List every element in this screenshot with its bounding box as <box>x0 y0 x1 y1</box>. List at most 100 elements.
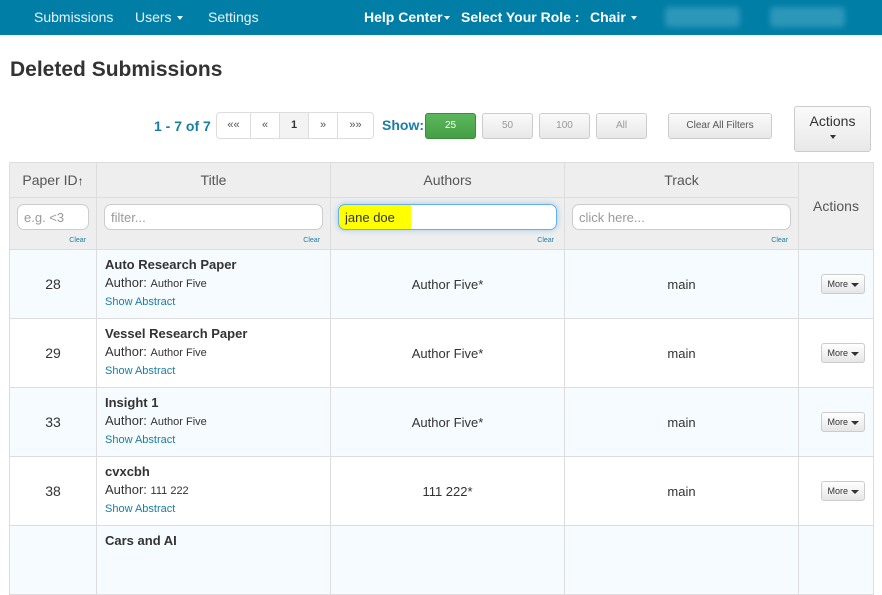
caret-down-icon <box>176 16 183 21</box>
top-navbar: Submissions Users Settings Help Center S… <box>0 0 882 35</box>
author-name: Author Five <box>150 278 207 290</box>
column-header-track[interactable]: Track <box>564 162 799 198</box>
title-cell: cvxcbh Author: 111 222 Show Abstract <box>96 456 331 526</box>
help-center-label: Help Center <box>364 9 443 25</box>
title-filter-cell: Clear <box>96 197 331 250</box>
page-size-50-button[interactable]: 50 <box>482 113 533 139</box>
actions-label: Actions <box>809 113 856 129</box>
prev-page-button[interactable]: « <box>251 113 280 138</box>
more-label: More <box>827 279 848 289</box>
column-header-paper-id[interactable]: Paper ID↑ <box>9 162 97 198</box>
nav-users-label: Users <box>135 9 172 25</box>
author-line: Author: 111 222 <box>105 481 322 500</box>
authors-cell: Author Five* <box>330 387 565 457</box>
column-header-actions: Actions <box>798 162 874 250</box>
title-cell: Vessel Research Paper Author: Author Fiv… <box>96 318 331 388</box>
show-abstract-link[interactable]: Show Abstract <box>105 431 322 449</box>
track-cell: main <box>564 456 799 526</box>
track-filter-input[interactable] <box>572 204 791 230</box>
track-cell: main <box>564 387 799 457</box>
more-dropdown-button[interactable]: More <box>821 274 865 294</box>
track-cell: main <box>564 249 799 319</box>
more-dropdown-button[interactable]: More <box>821 343 865 363</box>
caret-down-icon <box>851 282 859 287</box>
more-dropdown-button[interactable]: More <box>821 412 865 432</box>
author-name: Author Five <box>150 347 207 359</box>
nav-users[interactable]: Users <box>135 9 183 25</box>
author-line: Author: Author Five <box>105 343 322 362</box>
paper-id-filter-clear[interactable]: Clear <box>69 237 86 244</box>
actions-cell: More <box>798 456 874 526</box>
authors-filter-cell: Clear <box>330 197 565 250</box>
author-line: Author: Author Five <box>105 274 322 293</box>
page-size-25-button[interactable]: 25 <box>425 113 476 139</box>
blurred-user-menu <box>770 7 845 27</box>
next-page-button[interactable]: » <box>309 113 338 138</box>
nav-help-center[interactable]: Help Center <box>364 9 450 25</box>
sort-ascending-icon: ↑ <box>77 174 84 188</box>
actions-cell: More <box>798 249 874 319</box>
actions-cell: More <box>798 387 874 457</box>
blurred-user-info <box>665 7 740 27</box>
more-label: More <box>827 486 848 496</box>
role-selector[interactable]: Chair <box>590 9 637 25</box>
paper-title: cvxcbh <box>105 464 150 479</box>
author-prefix: Author: <box>105 482 147 497</box>
paper-id: 33 <box>9 387 97 457</box>
authors-filter-clear[interactable]: Clear <box>537 237 554 244</box>
author-prefix: Author: <box>105 413 147 428</box>
page-size-all-button[interactable]: All <box>596 113 647 139</box>
paper-title: Cars and AI <box>105 533 177 548</box>
author-line: Author: Author Five <box>105 412 322 431</box>
authors-filter-input[interactable] <box>338 204 557 230</box>
paper-id-filter-cell: Clear <box>9 197 97 250</box>
actions-dropdown-button[interactable]: Actions <box>794 106 871 152</box>
column-header-title[interactable]: Title <box>96 162 331 198</box>
paper-id <box>9 525 97 595</box>
column-header-authors[interactable]: Authors <box>330 162 565 198</box>
last-page-button[interactable]: »» <box>338 113 373 138</box>
paper-title: Insight 1 <box>105 395 159 410</box>
title-cell: Auto Research Paper Author: Author Five … <box>96 249 331 319</box>
paper-id-filter-input[interactable] <box>17 204 89 230</box>
caret-down-icon <box>829 135 836 139</box>
author-name: Author Five <box>150 416 207 428</box>
track-filter-cell: Clear <box>564 197 799 250</box>
actions-cell: More <box>798 318 874 388</box>
show-abstract-link[interactable]: Show Abstract <box>105 293 322 311</box>
caret-down-icon <box>851 351 859 356</box>
table-row: 28 Auto Research Paper Author: Author Fi… <box>9 249 874 319</box>
show-label: Show: <box>382 117 424 133</box>
title-filter-input[interactable] <box>104 204 323 230</box>
role-value: Chair <box>590 9 626 25</box>
author-name: 111 222 <box>150 485 189 497</box>
paper-title: Auto Research Paper <box>105 257 237 272</box>
paper-id-header-label: Paper ID <box>22 172 78 188</box>
paper-id: 28 <box>9 249 97 319</box>
caret-down-icon <box>851 420 859 425</box>
page-1-button[interactable]: 1 <box>280 113 309 138</box>
nav-settings[interactable]: Settings <box>208 9 259 25</box>
pagination: «« « 1 » »» <box>216 112 374 139</box>
title-cell: Cars and AI <box>96 525 331 595</box>
title-cell: Insight 1 Author: Author Five Show Abstr… <box>96 387 331 457</box>
title-filter-clear[interactable]: Clear <box>303 237 320 244</box>
first-page-button[interactable]: «« <box>217 113 251 138</box>
show-abstract-link[interactable]: Show Abstract <box>105 362 322 380</box>
track-filter-clear[interactable]: Clear <box>771 237 788 244</box>
track-cell <box>564 525 799 595</box>
paper-id: 29 <box>9 318 97 388</box>
table-row: Cars and AI <box>9 525 874 595</box>
clear-all-filters-button[interactable]: Clear All Filters <box>668 113 772 139</box>
caret-down-icon <box>630 16 637 21</box>
more-label: More <box>827 417 848 427</box>
page-size-100-button[interactable]: 100 <box>539 113 590 139</box>
author-prefix: Author: <box>105 275 147 290</box>
nav-submissions[interactable]: Submissions <box>34 9 113 25</box>
show-abstract-link[interactable]: Show Abstract <box>105 500 322 518</box>
role-label: Select Your Role : <box>461 9 580 25</box>
more-dropdown-button[interactable]: More <box>821 481 865 501</box>
authors-cell: Author Five* <box>330 249 565 319</box>
author-prefix: Author: <box>105 344 147 359</box>
table-row: 38 cvxcbh Author: 111 222 Show Abstract … <box>9 456 874 526</box>
